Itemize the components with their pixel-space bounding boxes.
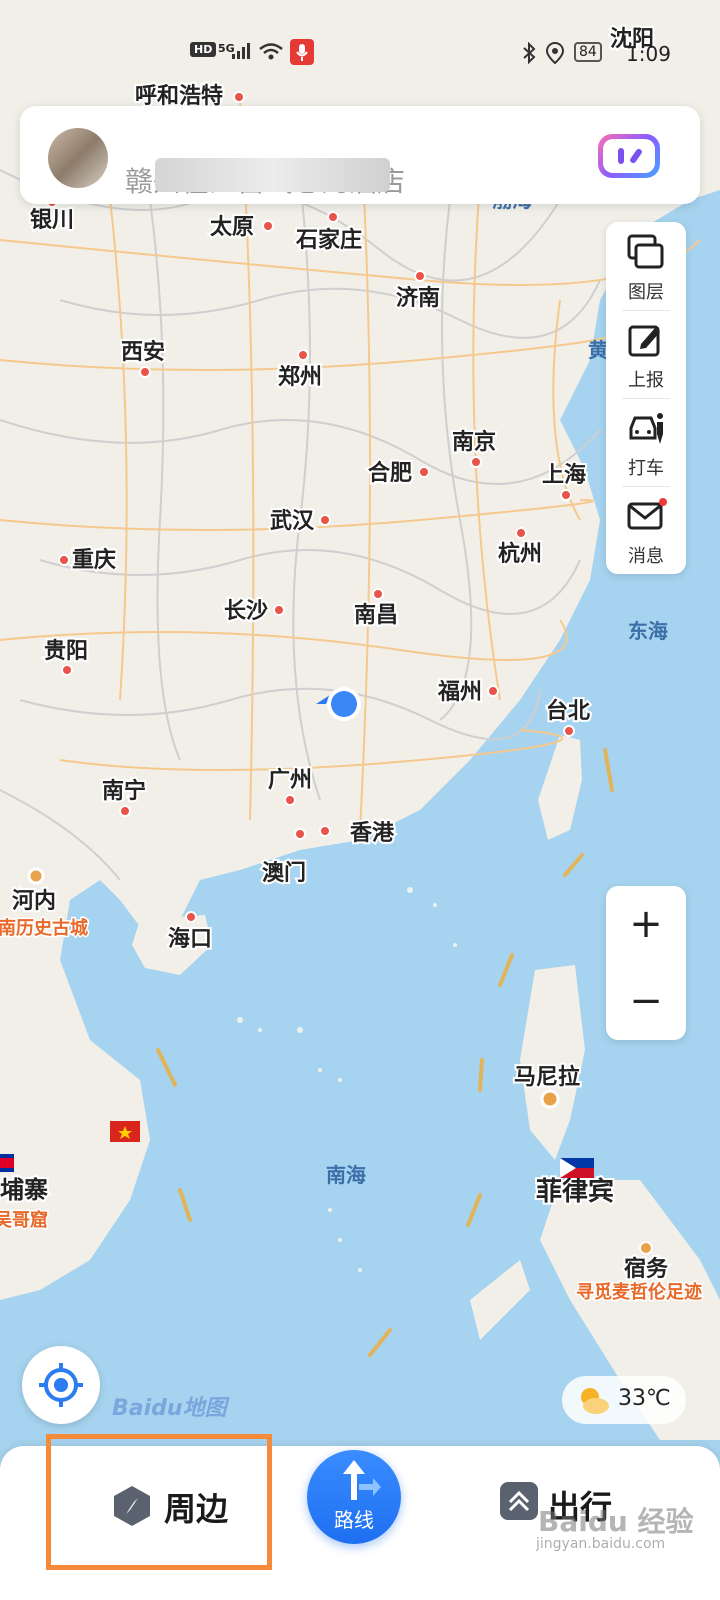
highlight-box bbox=[46, 1434, 272, 1570]
clock: 1:09 bbox=[626, 42, 671, 66]
city-label: 郑州 bbox=[278, 365, 322, 390]
city-label: 石家庄 bbox=[295, 227, 362, 253]
city-label: 柬埔寨 bbox=[0, 1176, 48, 1204]
poi-label: 寻觅麦哲伦足迹 bbox=[576, 1281, 702, 1303]
message-label: 消息 bbox=[628, 546, 664, 567]
report-button[interactable]: 上报 bbox=[606, 310, 686, 396]
city-label: 济南 bbox=[396, 285, 440, 311]
city-label: 澳门 bbox=[262, 860, 306, 886]
city-label: 贵阳 bbox=[44, 639, 88, 664]
city-label: 太原 bbox=[210, 215, 254, 240]
city-label: 香港 bbox=[350, 821, 395, 846]
country-label: 菲律宾 bbox=[536, 1176, 614, 1207]
signal-icon bbox=[232, 42, 254, 65]
message-button[interactable]: 消息 bbox=[606, 486, 686, 572]
watermark-url: jingyan.baidu.com bbox=[536, 1536, 666, 1552]
avatar[interactable] bbox=[48, 128, 108, 188]
sea-label: 黄 bbox=[588, 338, 608, 362]
layers-button[interactable]: 图层 bbox=[606, 222, 686, 308]
location-pin-icon bbox=[545, 41, 565, 69]
city-label: 上海 bbox=[542, 462, 586, 488]
route-arrow-icon bbox=[343, 1460, 381, 1500]
locate-me-button[interactable] bbox=[22, 1346, 100, 1424]
city-label: 南昌 bbox=[354, 603, 398, 628]
city-label: 长沙 bbox=[224, 599, 268, 624]
route-label: 路线 bbox=[334, 1508, 374, 1532]
hd-badge: HD bbox=[190, 42, 217, 57]
layers-label: 图层 bbox=[628, 282, 664, 303]
report-icon bbox=[628, 325, 660, 357]
city-label: 福州 bbox=[437, 680, 482, 705]
map-tools-panel: 图层 上报 打车 消息 bbox=[606, 222, 686, 574]
city-label: 河内 bbox=[12, 889, 56, 914]
wifi-icon bbox=[258, 42, 284, 65]
watermark: Baidu 经验 bbox=[538, 1505, 694, 1538]
battery-indicator: 84 bbox=[574, 42, 602, 62]
redacted-text bbox=[155, 158, 390, 192]
city-label: 马尼拉 bbox=[514, 1064, 580, 1090]
taxi-icon bbox=[629, 413, 663, 444]
city-label: 杭州 bbox=[498, 541, 542, 567]
city-label: 南宁 bbox=[102, 778, 146, 804]
city-label: 西安 bbox=[121, 339, 165, 365]
city-label: 重庆 bbox=[72, 547, 116, 573]
city-label: 南京 bbox=[452, 429, 496, 455]
sea-label: 南海 bbox=[326, 1163, 366, 1187]
weather-widget[interactable]: 33℃ bbox=[562, 1376, 686, 1424]
poi-label: 吴哥窟 bbox=[0, 1209, 48, 1231]
sun-cloud-icon bbox=[581, 1388, 609, 1414]
vietnam-flag bbox=[110, 1121, 140, 1142]
city-label: 海口 bbox=[168, 926, 212, 952]
travel-icon bbox=[500, 1482, 538, 1520]
city-label: 广州 bbox=[268, 767, 312, 793]
taxi-label: 打车 bbox=[628, 458, 664, 479]
mic-icon bbox=[290, 39, 314, 70]
bluetooth-icon bbox=[520, 41, 538, 69]
taxi-button[interactable]: 打车 bbox=[606, 398, 686, 484]
sea-label: 东海 bbox=[628, 619, 668, 643]
city-label: 台北 bbox=[546, 698, 590, 724]
status-bar: HD 5G 84 1:09 bbox=[0, 36, 720, 72]
ai-assistant-button[interactable] bbox=[598, 134, 660, 178]
city-label: 合肥 bbox=[368, 460, 412, 486]
zoom-controls: + − bbox=[606, 886, 686, 1040]
zoom-in-button[interactable]: + bbox=[606, 886, 686, 963]
zoom-out-button[interactable]: − bbox=[606, 963, 686, 1040]
crosshair-icon bbox=[39, 1363, 83, 1407]
poi-label: 南历史古城 bbox=[0, 917, 88, 939]
philippines-flag bbox=[560, 1158, 594, 1178]
search-bar[interactable]: 赣州在江苗气息的酒店 bbox=[20, 106, 700, 204]
city-label: 武汉 bbox=[270, 509, 315, 534]
message-icon bbox=[627, 498, 667, 530]
city-label: 银川 bbox=[30, 208, 74, 233]
ai-assistant-icon bbox=[603, 139, 655, 173]
cambodia-flag bbox=[0, 1154, 14, 1172]
temperature: 33℃ bbox=[618, 1386, 671, 1411]
layers-icon bbox=[627, 234, 664, 269]
baidu-map-logo: Baidu地图 bbox=[112, 1396, 227, 1421]
report-label: 上报 bbox=[628, 370, 664, 391]
city-label: 宿务 bbox=[624, 1256, 669, 1282]
route-button[interactable]: 路线 bbox=[307, 1450, 401, 1544]
